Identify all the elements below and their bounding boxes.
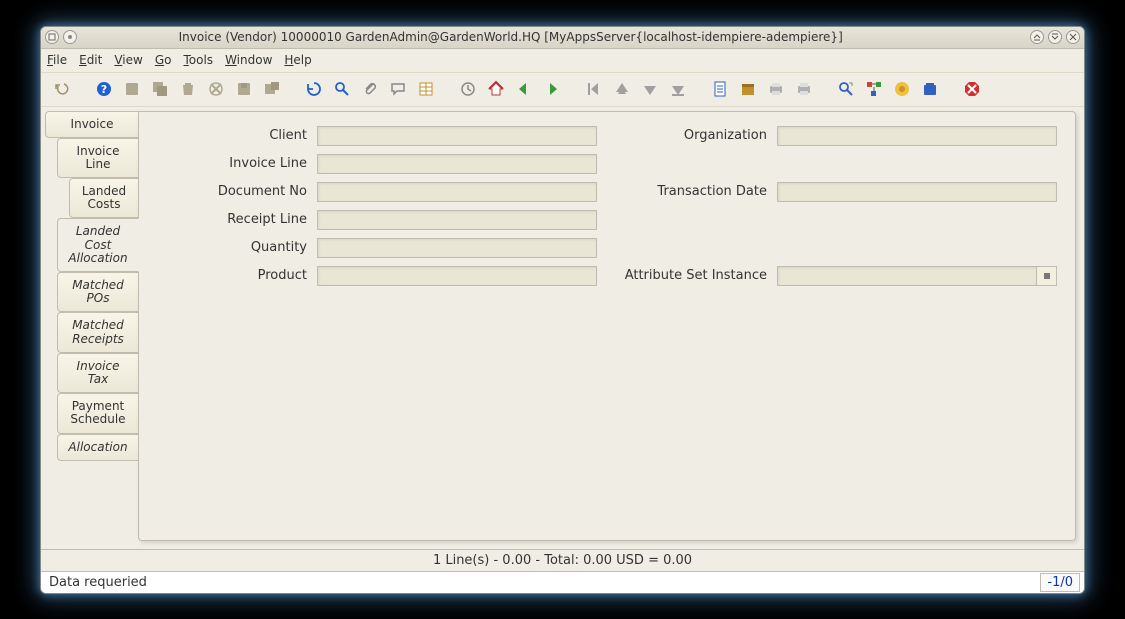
quantity-field[interactable] xyxy=(317,238,597,258)
archive-icon[interactable] xyxy=(737,78,759,100)
menu-file[interactable]: File xyxy=(47,53,67,67)
request-icon[interactable] xyxy=(891,78,913,100)
receipt-line-field[interactable] xyxy=(317,210,597,230)
product-info-icon[interactable] xyxy=(919,78,941,100)
product-field[interactable] xyxy=(317,266,597,286)
prev-record-icon[interactable] xyxy=(611,78,633,100)
organization-field[interactable] xyxy=(777,126,1057,146)
status-bar: Data requeried -1/0 xyxy=(41,571,1084,593)
print-icon[interactable] xyxy=(793,78,815,100)
delete-icon[interactable] xyxy=(177,78,199,100)
svg-text:?: ? xyxy=(101,83,107,96)
product-label: Product xyxy=(157,268,307,283)
history-icon[interactable] xyxy=(457,78,479,100)
forward-icon[interactable] xyxy=(541,78,563,100)
window-title: Invoice (Vendor) 10000010 GardenAdmin@Ga… xyxy=(179,30,843,44)
home-icon[interactable] xyxy=(485,78,507,100)
next-record-icon[interactable] xyxy=(639,78,661,100)
receipt-line-label: Receipt Line xyxy=(157,212,307,227)
record-position: -1/0 xyxy=(1040,573,1080,592)
titlebar: Invoice (Vendor) 10000010 GardenAdmin@Ga… xyxy=(41,27,1084,49)
summary-bar: 1 Line(s) - 0.00 - Total: 0.00 USD = 0.0… xyxy=(41,549,1084,571)
refresh-icon[interactable] xyxy=(303,78,325,100)
window-menu-icon[interactable] xyxy=(45,30,59,44)
save-icon[interactable] xyxy=(233,78,255,100)
help-icon[interactable]: ? xyxy=(93,78,115,100)
workflow-icon[interactable] xyxy=(863,78,885,100)
menu-help[interactable]: Help xyxy=(284,53,311,67)
tab-invoice[interactable]: Invoice xyxy=(45,111,138,138)
copy-icon[interactable] xyxy=(149,78,171,100)
menu-tools[interactable]: Tools xyxy=(183,53,213,67)
menu-edit[interactable]: Edit xyxy=(79,53,102,67)
end-icon[interactable] xyxy=(961,78,983,100)
report-icon[interactable] xyxy=(709,78,731,100)
zoom-across-icon[interactable] xyxy=(835,78,857,100)
menu-go[interactable]: Go xyxy=(155,53,172,67)
maximize-button[interactable] xyxy=(1048,30,1062,44)
tab-matched-pos[interactable]: Matched POs xyxy=(57,272,138,312)
last-record-icon[interactable] xyxy=(667,78,689,100)
tab-matched-receipts[interactable]: Matched Receipts xyxy=(57,312,138,352)
print-preview-icon[interactable] xyxy=(765,78,787,100)
document-no-field[interactable] xyxy=(317,182,597,202)
minimize-button[interactable] xyxy=(1030,30,1044,44)
app-window: Invoice (Vendor) 10000010 GardenAdmin@Ga… xyxy=(40,26,1085,594)
tab-payment-schedule[interactable]: Payment Schedule xyxy=(57,393,138,433)
toolbar: ? xyxy=(41,73,1084,107)
form-panel: Client Organization Invoice Line Documen… xyxy=(138,111,1076,541)
invoice-line-field[interactable] xyxy=(317,154,597,174)
attribute-set-instance-button[interactable] xyxy=(1037,266,1057,286)
tab-landed-costs[interactable]: Landed Costs xyxy=(69,178,138,218)
transaction-date-label: Transaction Date xyxy=(607,184,767,199)
quantity-label: Quantity xyxy=(157,240,307,255)
client-label: Client xyxy=(157,128,307,143)
new-icon[interactable] xyxy=(121,78,143,100)
grid-toggle-icon[interactable] xyxy=(415,78,437,100)
status-message: Data requeried xyxy=(45,575,1040,590)
sidebar-tabs: Invoice Invoice Line Landed Costs Landed… xyxy=(41,107,138,549)
first-record-icon[interactable] xyxy=(583,78,605,100)
chat-icon[interactable] xyxy=(387,78,409,100)
attribute-set-instance-label: Attribute Set Instance xyxy=(607,268,767,283)
client-field[interactable] xyxy=(317,126,597,146)
tab-invoice-tax[interactable]: Invoice Tax xyxy=(57,353,138,393)
find-icon[interactable] xyxy=(331,78,353,100)
menubar: File Edit View Go Tools Window Help xyxy=(41,49,1084,73)
attribute-set-instance-field[interactable] xyxy=(777,266,1037,286)
organization-label: Organization xyxy=(607,128,767,143)
close-button[interactable] xyxy=(1066,30,1080,44)
invoice-line-label: Invoice Line xyxy=(157,156,307,171)
back-icon[interactable] xyxy=(513,78,535,100)
tab-allocation[interactable]: Allocation xyxy=(57,434,138,461)
attachment-icon[interactable] xyxy=(359,78,381,100)
delete-selection-icon[interactable] xyxy=(205,78,227,100)
window-pin-icon[interactable] xyxy=(63,30,77,44)
content-area: Invoice Invoice Line Landed Costs Landed… xyxy=(41,107,1084,549)
tab-landed-cost-allocation[interactable]: Landed Cost Allocation xyxy=(57,218,139,272)
save-create-icon[interactable] xyxy=(261,78,283,100)
transaction-date-field[interactable] xyxy=(777,182,1057,202)
document-no-label: Document No xyxy=(157,184,307,199)
undo-icon[interactable] xyxy=(51,78,73,100)
tab-invoice-line[interactable]: Invoice Line xyxy=(57,138,138,178)
menu-view[interactable]: View xyxy=(114,53,142,67)
menu-window[interactable]: Window xyxy=(225,53,272,67)
